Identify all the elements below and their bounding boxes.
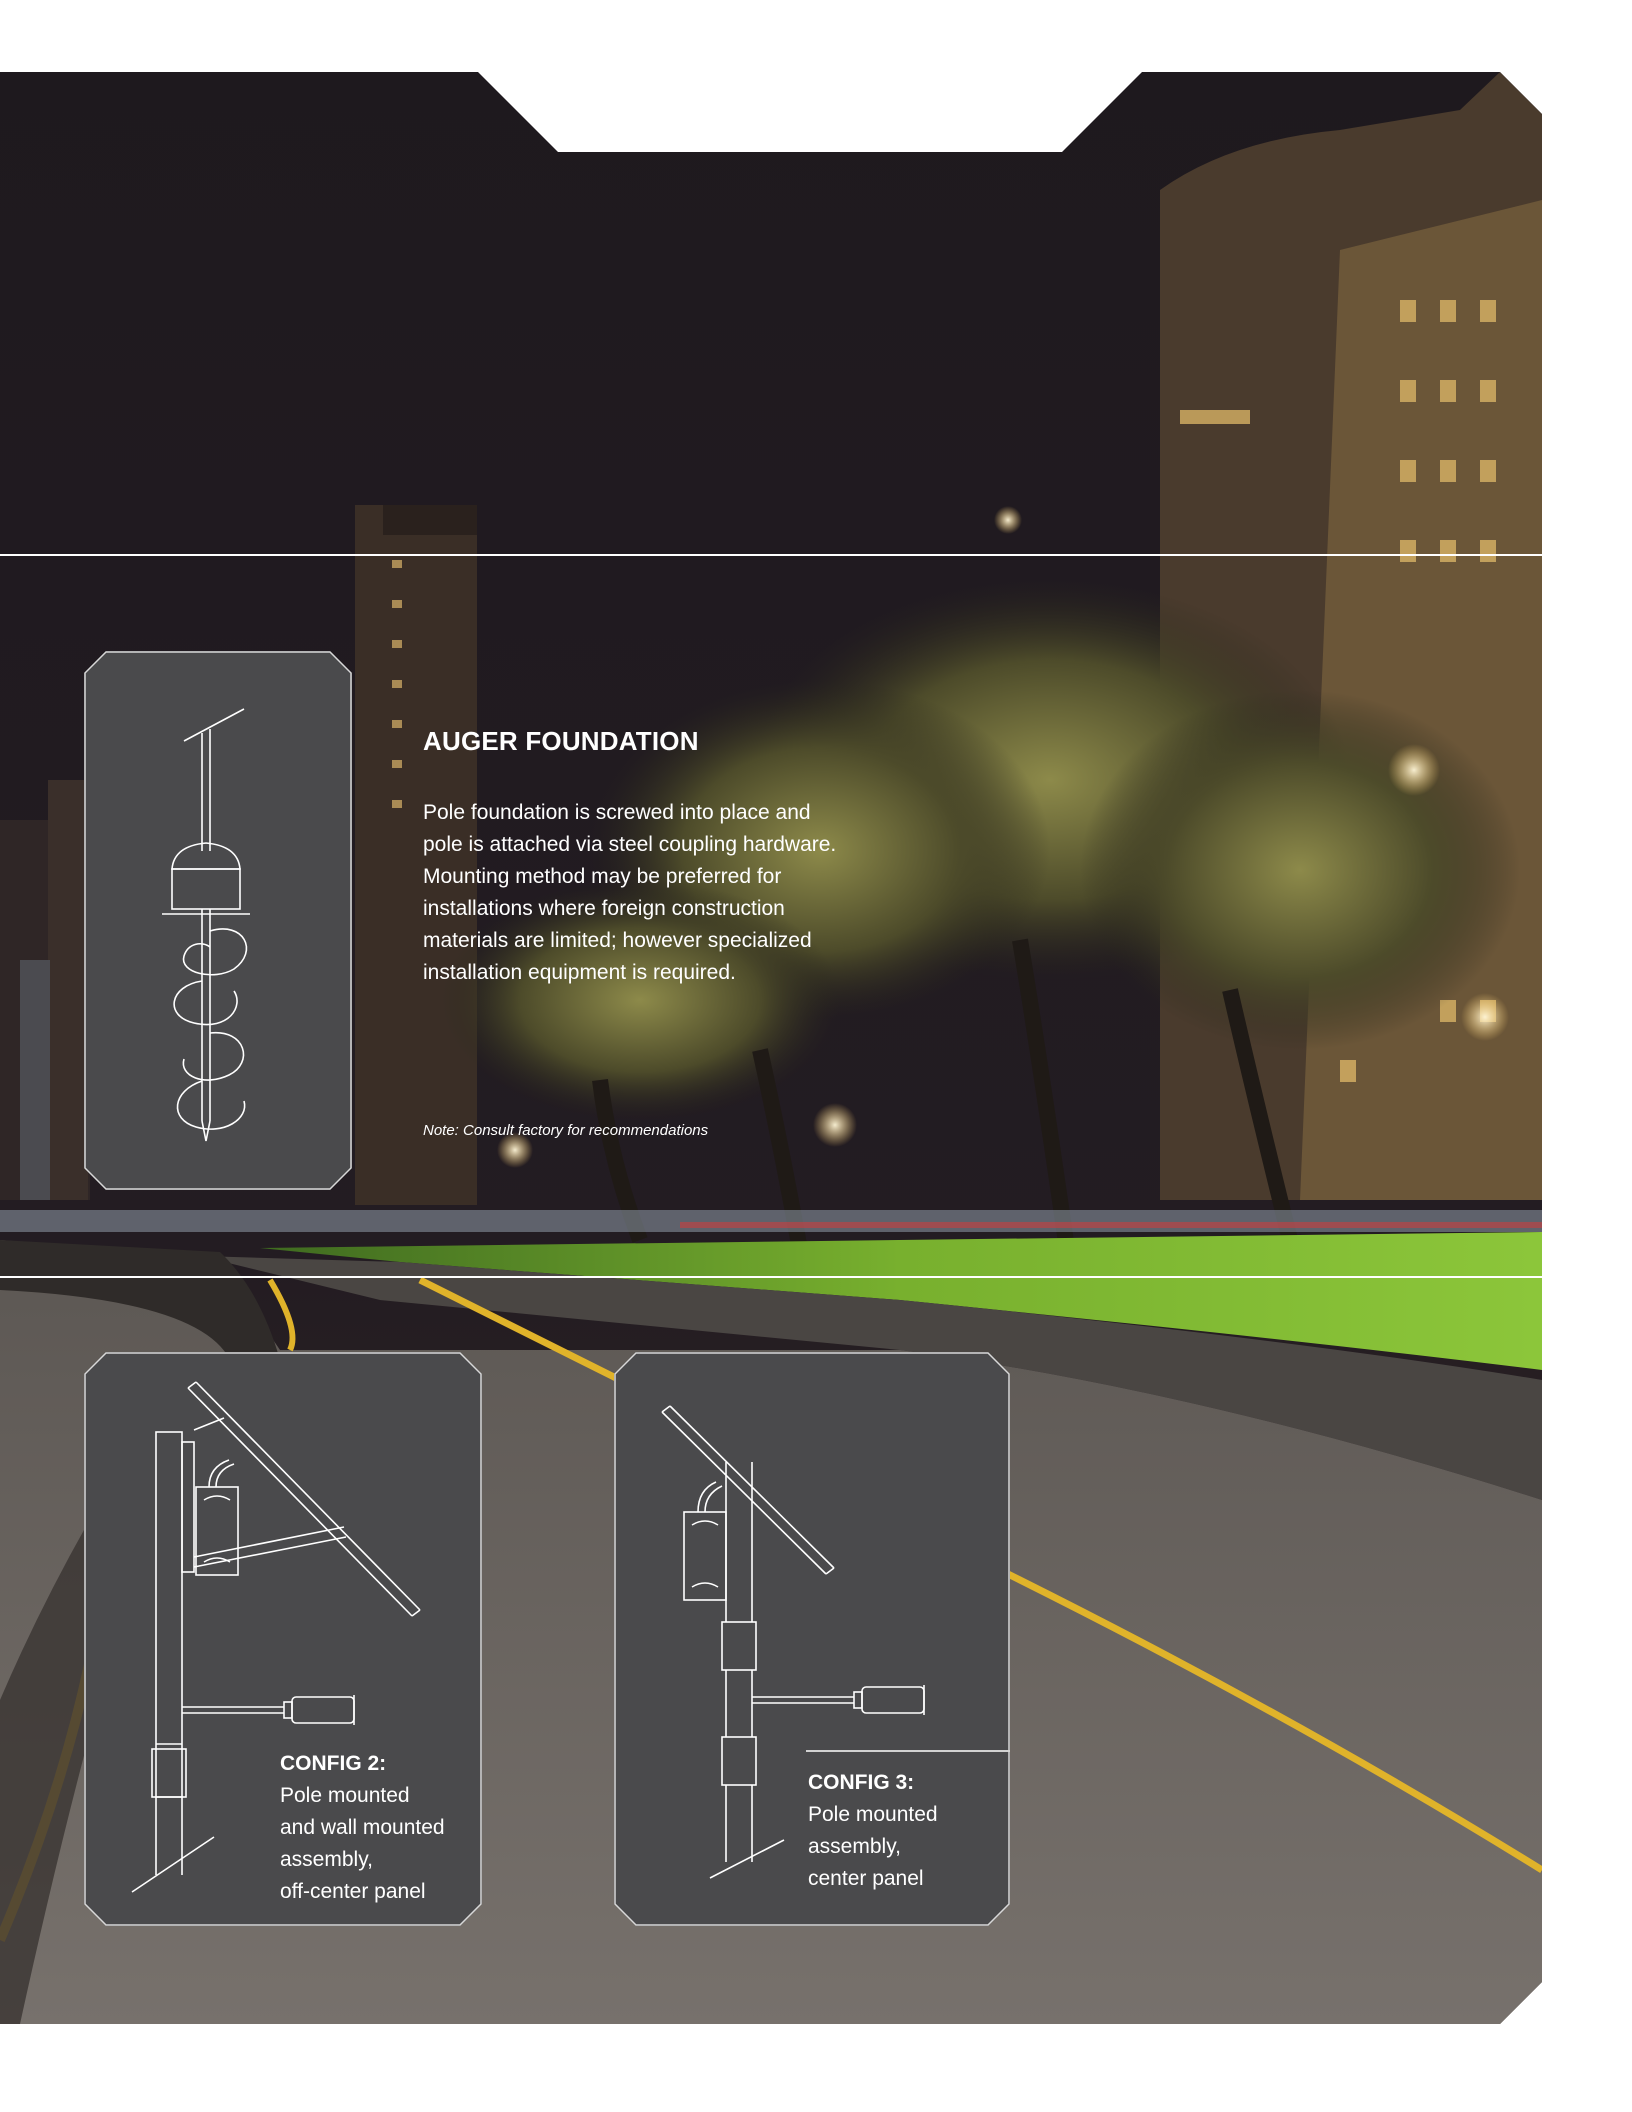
config2-line: off-center panel: [280, 1880, 426, 1903]
description-line: installation equipment is required.: [423, 961, 736, 984]
config3-line: center panel: [808, 1867, 924, 1890]
factory-note: Note: Consult factory for recommendation…: [423, 1122, 709, 1139]
config2-line: Pole mounted: [280, 1784, 410, 1807]
config2-panel: CONFIG 2: Pole mounted and wall mounted …: [84, 1352, 482, 1926]
config2-line: assembly,: [280, 1848, 373, 1871]
auger-foundation-heading: AUGER FOUNDATION: [423, 726, 699, 756]
config3-title: CONFIG 3:: [808, 1771, 915, 1794]
description-line: installations where foreign construction: [423, 897, 785, 920]
auger-illustration-panel: [84, 651, 352, 1190]
config3-line: assembly,: [808, 1835, 901, 1858]
auger-foundation-description: Pole foundation is screwed into place an…: [423, 797, 863, 989]
config3-line: Pole mounted: [808, 1803, 938, 1826]
description-line: Pole foundation is screwed into place an…: [423, 801, 811, 824]
config3-panel: CONFIG 3: Pole mounted assembly, center …: [614, 1352, 1010, 1926]
description-line: pole is attached via steel coupling hard…: [423, 833, 837, 856]
auger-foundation-drawing: [84, 651, 352, 1190]
description-line: Mounting method may be preferred for: [423, 865, 782, 888]
config2-title: CONFIG 2:: [280, 1752, 387, 1775]
config2-caption: CONFIG 2: Pole mounted and wall mounted …: [280, 1748, 445, 1908]
config2-line: and wall mounted: [280, 1816, 445, 1839]
description-line: materials are limited; however specializ…: [423, 929, 812, 952]
config3-caption: CONFIG 3: Pole mounted assembly, center …: [808, 1767, 938, 1895]
